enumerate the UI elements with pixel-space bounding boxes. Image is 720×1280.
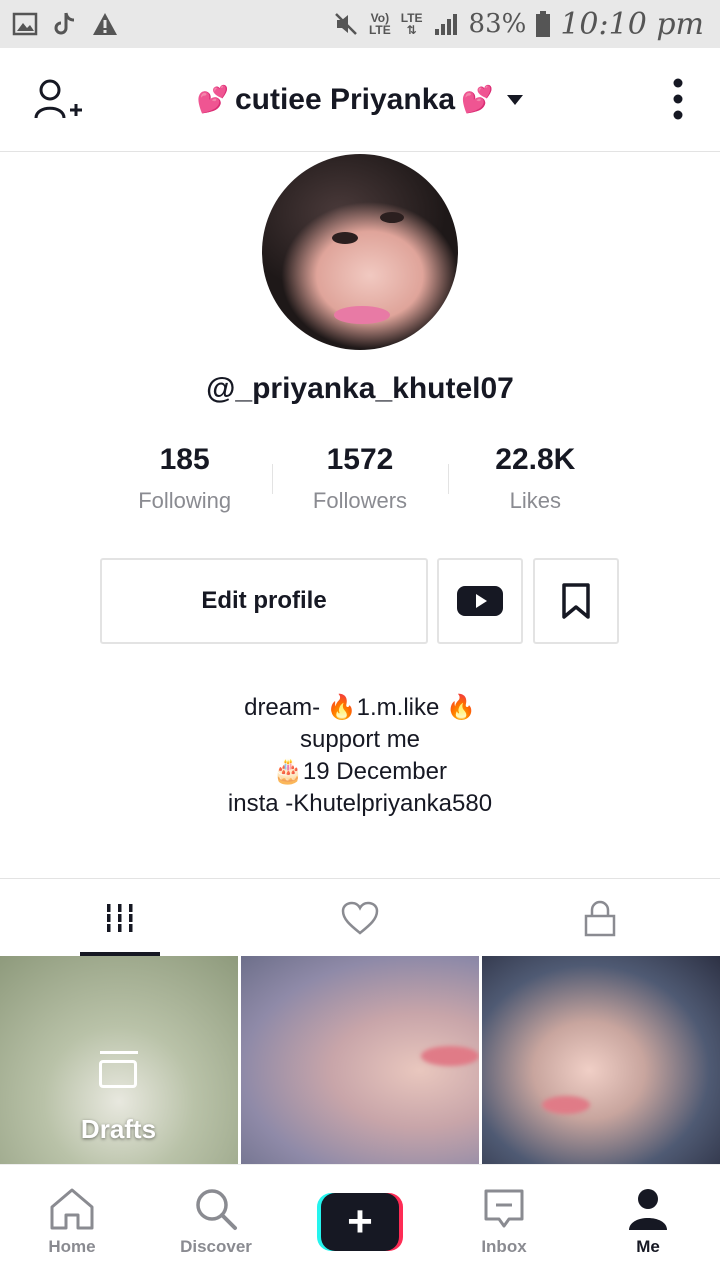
data-arrows-icon: ⇅: [406, 23, 417, 37]
bio-line: 🎂19 December: [273, 758, 447, 785]
video-grid: Drafts: [0, 956, 720, 1164]
nav-me[interactable]: Me: [576, 1165, 720, 1280]
lock-icon: [584, 900, 616, 936]
nav-discover[interactable]: Discover: [144, 1165, 288, 1280]
stat-label: Following: [138, 488, 232, 513]
person-icon: [629, 1189, 667, 1230]
inbox-icon: [484, 1189, 524, 1228]
nav-inbox[interactable]: Inbox: [432, 1165, 576, 1280]
stat-likes[interactable]: 22.8K Likes: [447, 440, 623, 524]
drafts-label: Drafts: [80, 1114, 157, 1144]
avatar-detail: [334, 306, 390, 324]
plus-icon: +: [321, 1193, 399, 1251]
video-thumbnail[interactable]: [482, 956, 720, 1164]
bio-line: support me: [299, 726, 421, 753]
home-icon: [50, 1188, 94, 1230]
thumbnail-detail: [542, 1096, 590, 1114]
clock: 10:10 pm: [560, 6, 704, 42]
bio: dream- 🔥1.m.like 🔥 support me 🎂19 Decemb…: [0, 692, 720, 820]
create-button[interactable]: +: [317, 1193, 403, 1251]
volte-lte-label: LTE: [368, 23, 391, 37]
gallery-icon: [12, 12, 38, 36]
chevron-down-icon: [507, 94, 524, 105]
nav-label: Inbox: [481, 1237, 527, 1256]
lte-indicator: LTE ⇅: [401, 12, 423, 36]
nav-label: Home: [48, 1237, 96, 1256]
tiktok-icon: [54, 12, 75, 35]
nav-label: Me: [636, 1237, 660, 1256]
account-switcher[interactable]: 💕 cutiee Priyanka 💕: [197, 83, 524, 117]
battery-icon: [536, 11, 551, 37]
bio-line: dream- 🔥1.m.like 🔥: [244, 694, 476, 721]
status-bar: Vo) LTE LTE ⇅ 83% 10:10 pm: [0, 0, 720, 48]
add-friend-icon[interactable]: [34, 78, 84, 122]
nav-home[interactable]: Home: [0, 1165, 144, 1280]
bookmark-icon: [562, 583, 590, 619]
thumbnail-detail: [421, 1046, 479, 1066]
avatar-detail: [332, 232, 358, 244]
grid-icon: [107, 903, 133, 932]
youtube-icon: [457, 586, 503, 616]
drafts-icon: [99, 1051, 138, 1088]
avatar-detail: [380, 212, 404, 223]
bottom-nav: Home Discover + Inbox Me: [0, 1164, 720, 1280]
profile-display-name: cutiee Priyanka: [234, 82, 456, 116]
stat-following[interactable]: 185 Following: [97, 440, 272, 524]
youtube-button[interactable]: [437, 558, 523, 644]
avatar[interactable]: [262, 154, 458, 350]
favorites-button[interactable]: [533, 558, 619, 644]
video-thumbnail[interactable]: [241, 956, 479, 1164]
status-bar-system: Vo) LTE LTE ⇅ 83% 10:10 pm: [333, 7, 704, 42]
stat-label: Followers: [312, 488, 408, 513]
tab-videos[interactable]: [0, 879, 240, 956]
battery-percent: 83%: [468, 9, 527, 39]
edit-profile-button[interactable]: Edit profile: [100, 558, 428, 644]
tab-private[interactable]: [480, 879, 720, 956]
profile-tabs: [0, 878, 720, 956]
drafts-tile[interactable]: Drafts: [0, 956, 238, 1164]
signal-icon: [434, 14, 457, 35]
stat-followers[interactable]: 1572 Followers: [272, 440, 447, 524]
stat-value: 185: [159, 443, 210, 476]
tab-liked[interactable]: [240, 879, 480, 956]
stat-label: Likes: [509, 488, 561, 513]
search-icon: [196, 1189, 237, 1230]
stat-value: 22.8K: [495, 443, 576, 476]
status-bar-notifications: [12, 11, 118, 37]
warning-icon: [93, 13, 117, 35]
profile-stats: 185 Following 1572 Followers 22.8K Likes: [97, 440, 623, 524]
profile-header: 💕 cutiee Priyanka 💕: [0, 48, 720, 152]
username: @_priyanka_khutel07: [206, 372, 514, 405]
nav-label: Discover: [180, 1237, 252, 1256]
bio-line: insta -Khutelpriyanka580: [227, 790, 493, 817]
more-options-icon[interactable]: [672, 78, 684, 120]
heart-outline-icon: [341, 901, 379, 935]
heart-emoji: 💕: [196, 84, 229, 114]
heart-emoji: 💕: [461, 84, 494, 114]
mute-icon: [335, 13, 357, 35]
stat-value: 1572: [326, 443, 394, 476]
volte-indicator: Vo) LTE: [369, 12, 391, 36]
nav-create[interactable]: +: [288, 1165, 432, 1280]
